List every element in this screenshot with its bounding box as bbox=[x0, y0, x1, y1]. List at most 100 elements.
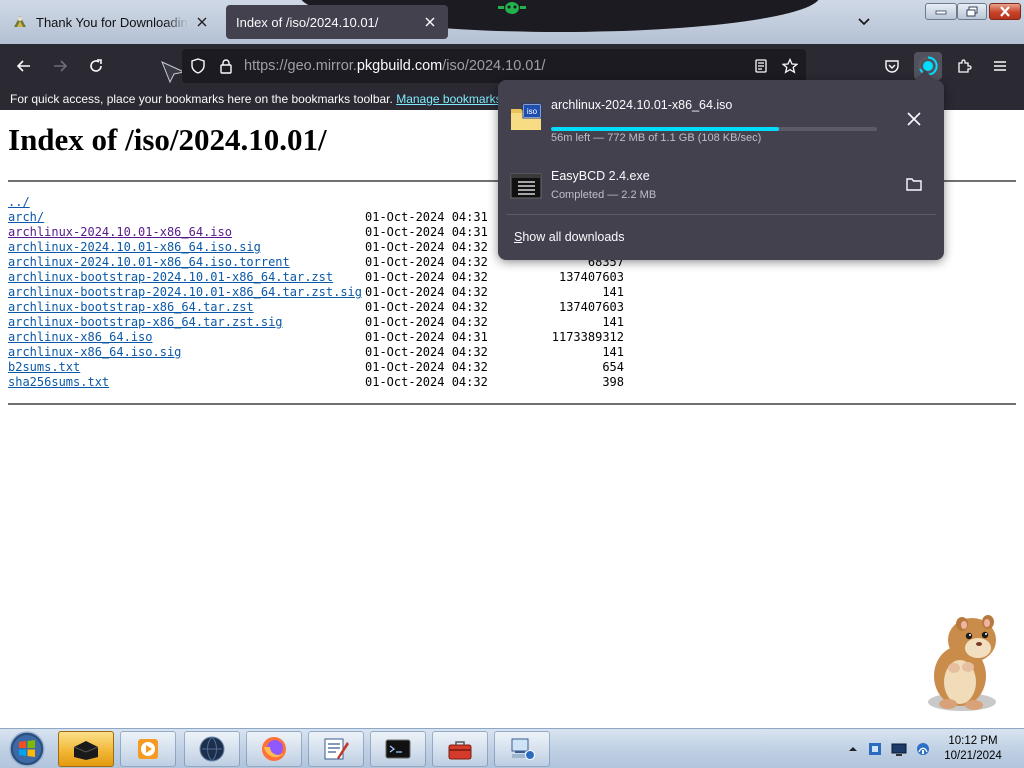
media-player-icon bbox=[138, 739, 158, 759]
tab-title: Thank You for Downloading Ea bbox=[36, 14, 188, 30]
tab-close-icon[interactable] bbox=[194, 14, 210, 30]
taskbar: 10:12 PM 10/21/2024 bbox=[0, 728, 1024, 768]
file-link[interactable]: archlinux-bootstrap-x86_64.tar.zst.sig bbox=[8, 315, 283, 330]
puzzle-piece-icon bbox=[958, 59, 972, 73]
taskbar-app-network[interactable] bbox=[494, 731, 550, 767]
file-link[interactable]: archlinux-2024.10.01-x86_64.iso.sig bbox=[8, 240, 261, 255]
iso-file-icon: iso bbox=[511, 103, 542, 130]
pocket-button[interactable] bbox=[878, 52, 906, 80]
file-link[interactable]: archlinux-2024.10.01-x86_64.iso bbox=[8, 225, 232, 240]
pocket-icon bbox=[885, 60, 899, 73]
tab-index-of-iso[interactable]: Index of /iso/2024.10.01/ bbox=[226, 5, 448, 39]
forward-arrow-icon bbox=[54, 60, 68, 72]
exe-file-icon bbox=[510, 173, 542, 199]
show-hidden-icons-chevron-up-icon[interactable] bbox=[845, 741, 861, 757]
file-size: 398 bbox=[602, 375, 624, 389]
manage-bookmarks-link[interactable]: Manage bookmarks... bbox=[396, 92, 511, 106]
restore-button[interactable] bbox=[957, 3, 987, 20]
taskbar-app-toolbox[interactable] bbox=[432, 731, 488, 767]
taskbar-app-terminal[interactable] bbox=[370, 731, 426, 767]
file-size: 137407603 bbox=[558, 300, 624, 314]
file-date: 01-Oct-2024 04:32 bbox=[365, 375, 488, 389]
url-prefix: https://geo.mirror. bbox=[244, 58, 357, 74]
file-link[interactable]: b2sums.txt bbox=[8, 360, 80, 375]
url-bar[interactable]: https://geo.mirror.pkgbuild.com/iso/2024… bbox=[182, 49, 806, 83]
reader-view-icon[interactable] bbox=[753, 58, 769, 74]
divider bbox=[506, 214, 936, 215]
bookmarks-toolbar-message: For quick access, place your bookmarks h… bbox=[10, 92, 512, 106]
file-link[interactable]: archlinux-x86_64.iso bbox=[8, 330, 153, 345]
download-item-easybcd[interactable]: EasyBCD 2.4.exe Completed — 2.2 MB bbox=[504, 154, 938, 212]
url-path: /iso/2024.10.01/ bbox=[442, 58, 546, 74]
url-text[interactable]: https://geo.mirror.pkgbuild.com/iso/2024… bbox=[244, 58, 545, 74]
folder-icon bbox=[906, 178, 922, 191]
file-size: 1173389312 bbox=[551, 330, 624, 344]
cancel-download-button[interactable] bbox=[900, 105, 928, 133]
open-containing-folder-button[interactable] bbox=[900, 170, 928, 198]
extensions-button[interactable] bbox=[950, 52, 978, 80]
tab-close-icon[interactable] bbox=[422, 14, 438, 30]
taskbar-app-globe[interactable] bbox=[184, 731, 240, 767]
hamster-mascot-icon[interactable] bbox=[918, 604, 1010, 714]
download-status: 56m left — 772 MB of 1.1 GB (108 KB/sec) bbox=[551, 132, 762, 144]
file-size: 141 bbox=[602, 315, 624, 329]
file-link[interactable]: arch/ bbox=[8, 210, 44, 225]
display-tray-icon[interactable] bbox=[891, 741, 907, 757]
file-link[interactable]: archlinux-2024.10.01-x86_64.iso.torrent bbox=[8, 255, 290, 270]
list-all-tabs-chevron-down-icon[interactable] bbox=[854, 12, 874, 32]
file-date: 01-Oct-2024 04:32 bbox=[365, 285, 488, 299]
file-size: 137407603 bbox=[558, 270, 624, 284]
file-date: 01-Oct-2024 04:32 bbox=[365, 240, 488, 254]
reload-button[interactable] bbox=[82, 52, 110, 80]
firefox-icon bbox=[262, 737, 286, 761]
toolbox-icon bbox=[448, 741, 472, 760]
file-link[interactable]: archlinux-bootstrap-x86_64.tar.zst bbox=[8, 300, 254, 315]
minimize-button[interactable] bbox=[925, 3, 957, 20]
file-date: 01-Oct-2024 04:31 bbox=[365, 225, 488, 239]
start-button[interactable] bbox=[4, 730, 50, 768]
file-size: 654 bbox=[602, 360, 624, 374]
lock-icon[interactable] bbox=[218, 58, 234, 74]
tab-title: Index of /iso/2024.10.01/ bbox=[236, 14, 379, 30]
globe-app-icon bbox=[199, 736, 225, 762]
file-link[interactable]: ../ bbox=[8, 195, 30, 210]
easybcd-app-icon bbox=[73, 741, 99, 760]
taskbar-app-firefox[interactable] bbox=[246, 731, 302, 767]
download-item-archlinux-iso[interactable]: iso archlinux-2024.10.01-x86_64.iso 56m … bbox=[504, 90, 938, 148]
reload-icon bbox=[90, 59, 102, 72]
close-window-button[interactable] bbox=[989, 3, 1021, 20]
network-tray-icon[interactable] bbox=[915, 741, 931, 757]
text-editor-icon bbox=[324, 738, 349, 760]
show-all-label: how all downloads bbox=[522, 230, 625, 244]
tab-thank-you[interactable]: Thank You for Downloading Ea bbox=[2, 5, 220, 39]
downloads-panel: iso archlinux-2024.10.01-x86_64.iso 56m … bbox=[498, 70, 944, 260]
tray-app-icon[interactable] bbox=[867, 741, 883, 757]
back-arrow-icon bbox=[16, 60, 30, 72]
network-computer-icon bbox=[511, 738, 535, 760]
file-link[interactable]: sha256sums.txt bbox=[8, 375, 109, 390]
file-link[interactable]: archlinux-x86_64.iso.sig bbox=[8, 345, 181, 360]
file-date: 01-Oct-2024 04:32 bbox=[365, 300, 488, 314]
file-link[interactable]: archlinux-bootstrap-2024.10.01-x86_64.ta… bbox=[8, 285, 362, 300]
file-date: 01-Oct-2024 04:32 bbox=[365, 270, 488, 284]
tab-strip: Thank You for Downloading Ea Index of /i… bbox=[0, 0, 1024, 44]
bookmark-star-icon[interactable] bbox=[782, 58, 798, 74]
back-button[interactable] bbox=[10, 52, 38, 80]
taskbar-app-easybcd[interactable] bbox=[58, 731, 114, 767]
hamburger-menu-icon bbox=[994, 61, 1006, 71]
show-all-downloads-button[interactable]: Show all downloads bbox=[506, 224, 936, 252]
taskbar-app-editor[interactable] bbox=[308, 731, 364, 767]
file-link[interactable]: archlinux-bootstrap-2024.10.01-x86_64.ta… bbox=[8, 270, 333, 285]
forward-button[interactable] bbox=[46, 52, 74, 80]
tracking-protection-shield-icon[interactable] bbox=[190, 58, 206, 74]
clock-time: 10:12 PM bbox=[948, 735, 998, 747]
file-date: 01-Oct-2024 04:32 bbox=[365, 315, 488, 329]
taskbar-clock[interactable]: 10:12 PM 10/21/2024 bbox=[930, 734, 1016, 764]
close-icon bbox=[907, 112, 921, 126]
taskbar-app-media-player[interactable] bbox=[120, 731, 176, 767]
file-date: 01-Oct-2024 04:32 bbox=[365, 360, 488, 374]
app-menu-button[interactable] bbox=[986, 52, 1014, 80]
file-date: 01-Oct-2024 04:32 bbox=[365, 255, 488, 269]
clock-date: 10/21/2024 bbox=[944, 750, 1002, 762]
download-filename: archlinux-2024.10.01-x86_64.iso bbox=[551, 98, 733, 112]
